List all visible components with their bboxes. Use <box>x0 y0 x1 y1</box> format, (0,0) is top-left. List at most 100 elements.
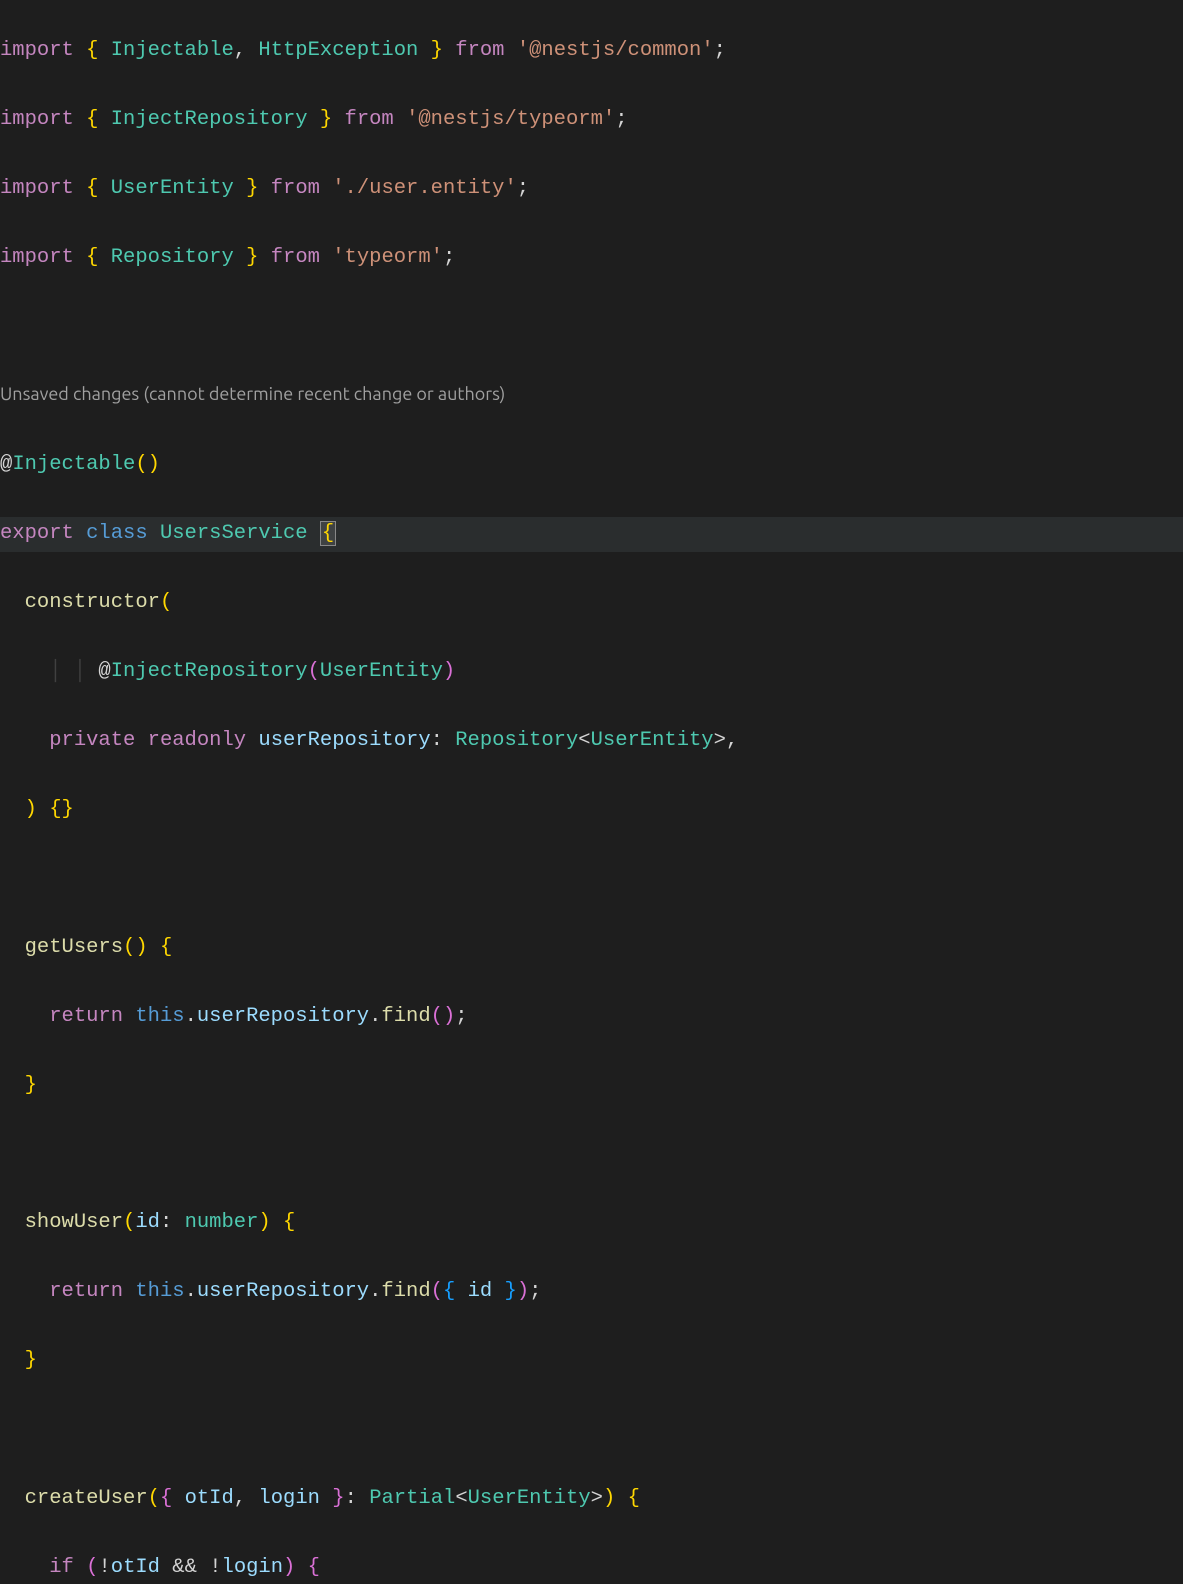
paren-open: ( <box>160 591 172 614</box>
paren-close: ) <box>148 453 160 476</box>
code-line[interactable]: │ │ @InjectRepository(UserEntity) <box>0 655 1183 690</box>
code-line[interactable]: import { Injectable, HttpException } fro… <box>0 34 1183 69</box>
identifier: login <box>222 1556 284 1579</box>
keyword-import: import <box>0 39 74 62</box>
paren-open: ( <box>431 1280 443 1303</box>
code-line[interactable] <box>0 862 1183 897</box>
method-call: find <box>381 1280 430 1303</box>
type: UserEntity <box>468 1487 591 1510</box>
keyword-from: from <box>271 177 320 200</box>
brace-open: { <box>86 108 98 131</box>
code-line[interactable]: } <box>0 1069 1183 1104</box>
code-line[interactable]: showUser(id: number) { <box>0 1206 1183 1241</box>
code-line[interactable]: if (!otId && !login) { <box>0 1551 1183 1584</box>
code-line[interactable] <box>0 1413 1183 1448</box>
comma: , <box>234 39 246 62</box>
code-line[interactable] <box>0 1137 1183 1172</box>
code-line[interactable] <box>0 310 1183 345</box>
brace-close: } <box>320 108 332 131</box>
keyword-from: from <box>345 108 394 131</box>
at-symbol: @ <box>98 660 110 683</box>
code-line[interactable]: import { UserEntity } from './user.entit… <box>0 172 1183 207</box>
comma: , <box>234 1487 246 1510</box>
paren-open: ( <box>148 1487 160 1510</box>
code-line-active[interactable]: export class UsersService { <box>0 517 1183 552</box>
semicolon: ; <box>714 39 726 62</box>
keyword-import: import <box>0 108 74 131</box>
colon: : <box>160 1211 172 1234</box>
code-line[interactable]: createUser({ otId, login }: Partial<User… <box>0 1482 1183 1517</box>
identifier: HttpException <box>258 39 418 62</box>
code-line[interactable]: import { InjectRepository } from '@nestj… <box>0 103 1183 138</box>
colon: : <box>345 1487 357 1510</box>
keyword-return: return <box>49 1280 123 1303</box>
string: 'typeorm' <box>332 246 443 269</box>
keyword-class: class <box>86 522 148 545</box>
semicolon: ; <box>615 108 627 131</box>
code-line[interactable]: return this.userRepository.find(); <box>0 1000 1183 1035</box>
identifier: Repository <box>111 246 234 269</box>
paren-close: ) <box>443 1005 455 1028</box>
semicolon: ; <box>529 1280 541 1303</box>
code-line[interactable]: import { Repository } from 'typeorm'; <box>0 241 1183 276</box>
code-line[interactable]: private readonly userRepository: Reposit… <box>0 724 1183 759</box>
dot: . <box>369 1280 381 1303</box>
lt: < <box>578 729 590 752</box>
brace-close: } <box>246 177 258 200</box>
string: './user.entity' <box>332 177 517 200</box>
code-line[interactable]: ) {} <box>0 793 1183 828</box>
brace-open: { <box>86 177 98 200</box>
property: userRepository <box>197 1005 369 1028</box>
method-name: constructor <box>25 591 160 614</box>
paren-open: ( <box>123 1211 135 1234</box>
brace-open: { <box>308 1556 320 1579</box>
keyword-readonly: readonly <box>148 729 246 752</box>
annotation-text: Unsaved changes (cannot determine recent… <box>0 384 505 404</box>
keyword-export: export <box>0 522 74 545</box>
code-line[interactable]: getUsers() { <box>0 931 1183 966</box>
property: login <box>258 1487 320 1510</box>
decorator: InjectRepository <box>111 660 308 683</box>
brace-close: } <box>246 246 258 269</box>
code-line[interactable]: @Injectable() <box>0 448 1183 483</box>
property: id <box>468 1280 493 1303</box>
not-operator: ! <box>98 1556 110 1579</box>
gt: > <box>714 729 726 752</box>
brace-open: { <box>86 246 98 269</box>
code-editor[interactable]: import { Injectable, HttpException } fro… <box>0 0 1183 1584</box>
paren-close: ) <box>603 1487 615 1510</box>
keyword-if: if <box>49 1556 74 1579</box>
property: otId <box>185 1487 234 1510</box>
and-operator: && <box>172 1556 197 1579</box>
method-name: getUsers <box>25 936 123 959</box>
keyword-import: import <box>0 246 74 269</box>
gt: > <box>591 1487 603 1510</box>
codelens-annotation[interactable]: Unsaved changes (cannot determine recent… <box>0 379 1183 414</box>
keyword-this: this <box>135 1280 184 1303</box>
identifier: Injectable <box>111 39 234 62</box>
keyword-return: return <box>49 1005 123 1028</box>
keyword-from: from <box>455 39 504 62</box>
paren-close: ) <box>517 1280 529 1303</box>
type: number <box>185 1211 259 1234</box>
keyword-from: from <box>271 246 320 269</box>
code-line[interactable]: constructor( <box>0 586 1183 621</box>
brace-open: { <box>86 39 98 62</box>
brace-close: } <box>25 1074 37 1097</box>
method-name: showUser <box>25 1211 123 1234</box>
dot: . <box>185 1280 197 1303</box>
paren-close: ) <box>443 660 455 683</box>
dot: . <box>185 1005 197 1028</box>
code-line[interactable]: return this.userRepository.find({ id }); <box>0 1275 1183 1310</box>
brace-close: } <box>332 1487 344 1510</box>
string: '@nestjs/typeorm' <box>406 108 615 131</box>
colon: : <box>431 729 443 752</box>
code-line[interactable]: } <box>0 1344 1183 1379</box>
brace-open: { <box>628 1487 640 1510</box>
paren-open: ( <box>86 1556 98 1579</box>
not-operator: ! <box>209 1556 221 1579</box>
type: Repository <box>455 729 578 752</box>
indent-guide: │ │ <box>0 660 98 683</box>
keyword-private: private <box>49 729 135 752</box>
identifier: InjectRepository <box>111 108 308 131</box>
